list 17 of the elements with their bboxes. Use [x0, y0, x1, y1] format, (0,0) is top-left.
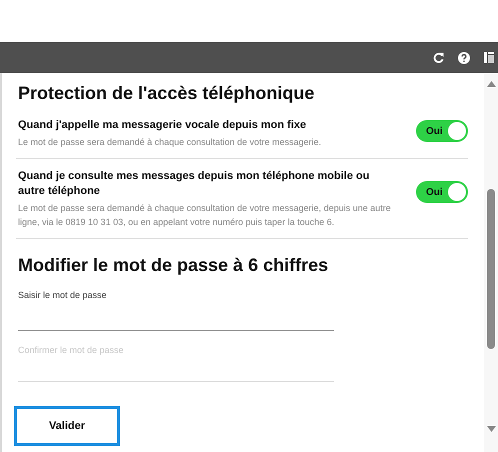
field-label: Saisir le mot de passe [18, 290, 108, 300]
toggle-switch[interactable]: Oui [416, 120, 468, 142]
scrollbar[interactable] [484, 73, 498, 452]
refresh-icon[interactable] [433, 52, 444, 63]
option-description: Le mot de passe sera demandé à chaque consultation de votre messagerie. [18, 136, 322, 149]
panel-icon[interactable] [484, 52, 494, 63]
toggle-switch[interactable]: Oui [416, 181, 468, 203]
option-description: Le mot de passe sera demandé à chaque consultation de votre messagerie, depuis une autre ligne, via le 0819 10 31 03, ou en appelant votre numéro puis taper la touche 6. [18, 202, 392, 229]
help-icon[interactable] [458, 52, 470, 64]
section-title: Modifier le mot de passe à 6 chiffres [18, 255, 330, 276]
option-title: Quand je consulte mes messages depuis mon téléphone mobile ou autre téléphone [18, 169, 370, 199]
option-title: Quand j'appelle ma messagerie vocale depuis mon fixe [18, 118, 308, 133]
section-title: Protection de l'accès téléphonique [18, 83, 316, 104]
submit-button[interactable]: Valider [14, 406, 120, 446]
scroll-up-icon[interactable] [486, 81, 496, 87]
scrollbar-thumb[interactable] [487, 189, 495, 349]
scroll-down-icon[interactable] [486, 426, 496, 432]
